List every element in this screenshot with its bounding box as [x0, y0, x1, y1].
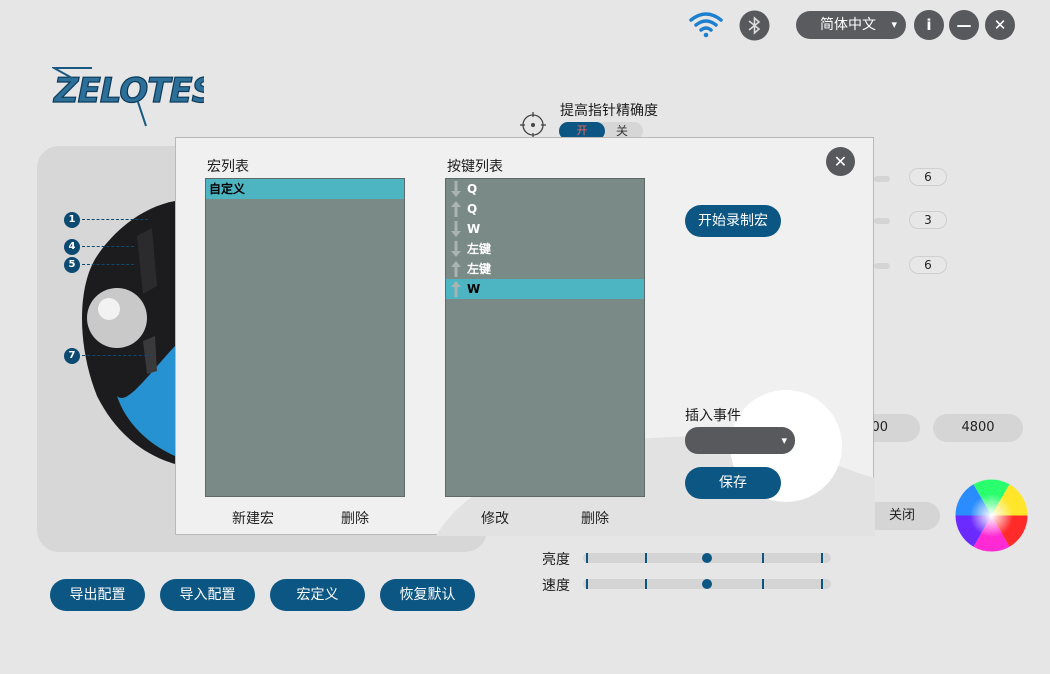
slider-tick: [645, 553, 647, 563]
light-off-button[interactable]: 关闭: [864, 502, 940, 530]
key-list-item-label: 左键: [467, 262, 492, 276]
key-list-title: 按键列表: [447, 159, 503, 175]
value-box-2[interactable]: 3: [909, 211, 947, 229]
key-list-item-label: W: [467, 222, 481, 236]
callout-line: [82, 246, 134, 247]
start-record-macro-button[interactable]: 开始录制宏: [685, 205, 781, 237]
import-config-button[interactable]: 导入配置: [160, 579, 255, 611]
logo-wordmark: ZELOTES: [53, 71, 204, 111]
language-value: 简体中文: [820, 17, 876, 33]
app-window: 简体中文 ▾ i — ✕ ZELOTES 1 4 5 7 导出配置 导入配置 宏…: [0, 0, 1050, 674]
value-box-3[interactable]: 6: [909, 256, 947, 274]
key-list-item[interactable]: W: [446, 279, 644, 299]
value-box-1[interactable]: 6: [909, 168, 947, 186]
slider-track-end: [874, 263, 890, 269]
insert-event-select[interactable]: ▾: [685, 427, 795, 454]
delete-macro-button[interactable]: 删除: [341, 508, 369, 528]
slider-tick: [586, 579, 588, 589]
speed-label: 速度: [542, 578, 570, 594]
language-select[interactable]: 简体中文 ▾: [796, 11, 906, 39]
speed-slider-knob[interactable]: [702, 579, 712, 589]
minimize-icon[interactable]: —: [949, 10, 979, 40]
arrow-up-icon: [451, 261, 461, 277]
callout-1: 1: [64, 212, 80, 228]
key-list-item[interactable]: Q: [446, 179, 644, 199]
restore-default-button[interactable]: 恢复默认: [380, 579, 475, 611]
chevron-down-icon: ▾: [781, 434, 787, 447]
info-icon[interactable]: i: [914, 10, 944, 40]
precision-label: 提高指针精确度: [560, 103, 658, 119]
zelotes-logo: ZELOTES: [52, 67, 204, 127]
modify-key-button[interactable]: 修改: [481, 508, 509, 528]
arrow-down-icon: [451, 221, 461, 237]
crosshair-icon: [520, 112, 546, 138]
key-list-item-label: W: [467, 282, 481, 296]
slider-tick: [821, 579, 823, 589]
brightness-slider-knob[interactable]: [702, 553, 712, 563]
dpi-option-4800[interactable]: 4800: [933, 414, 1023, 442]
callout-line: [82, 219, 148, 220]
delete-key-button[interactable]: 删除: [581, 508, 609, 528]
slider-tick: [762, 553, 764, 563]
key-list-item[interactable]: Q: [446, 199, 644, 219]
new-macro-button[interactable]: 新建宏: [232, 508, 274, 528]
speed-slider[interactable]: [583, 579, 831, 589]
key-list-item-label: 左键: [467, 242, 492, 256]
key-list-item-label: Q: [467, 202, 478, 216]
callout-line: [82, 264, 134, 265]
bluetooth-icon[interactable]: [739, 10, 770, 41]
macro-define-button[interactable]: 宏定义: [270, 579, 365, 611]
arrow-up-icon: [451, 281, 461, 297]
save-button[interactable]: 保存: [685, 467, 781, 499]
arrow-down-icon: [451, 181, 461, 197]
key-list-item[interactable]: 左键: [446, 239, 644, 259]
insert-event-label: 插入事件: [685, 408, 741, 424]
chevron-down-icon: ▾: [891, 18, 897, 31]
arrow-up-icon: [451, 201, 461, 217]
mouse-illustration: [82, 201, 175, 464]
wifi-icon[interactable]: [688, 10, 724, 38]
callout-4: 4: [64, 239, 80, 255]
slider-tick: [821, 553, 823, 563]
key-list-item[interactable]: W: [446, 219, 644, 239]
callout-7: 7: [64, 348, 80, 364]
dialog-close-icon[interactable]: ✕: [826, 147, 855, 176]
macro-list-item[interactable]: 自定义: [206, 179, 404, 199]
export-config-button[interactable]: 导出配置: [50, 579, 145, 611]
macro-list[interactable]: 自定义: [205, 178, 405, 497]
callout-5: 5: [64, 257, 80, 273]
slider-tick: [762, 579, 764, 589]
color-wheel[interactable]: [955, 479, 1028, 552]
slider-tick: [586, 553, 588, 563]
slider-track-end: [874, 218, 890, 224]
macro-dialog: 宏列表 自定义 按键列表 Q Q W 左键 左键 W 新建宏 删除 修改 删除 开始录制宏…: [175, 137, 875, 536]
key-list-item[interactable]: 左键: [446, 259, 644, 279]
arrow-down-icon: [451, 241, 461, 257]
key-list[interactable]: Q Q W 左键 左键 W: [445, 178, 645, 497]
brightness-slider[interactable]: [583, 553, 831, 563]
slider-track-end: [874, 176, 890, 182]
macro-list-title: 宏列表: [207, 159, 249, 175]
callout-line: [82, 355, 152, 356]
close-icon[interactable]: ✕: [985, 10, 1015, 40]
brightness-label: 亮度: [542, 552, 570, 568]
key-list-item-label: Q: [467, 182, 478, 196]
slider-tick: [645, 579, 647, 589]
